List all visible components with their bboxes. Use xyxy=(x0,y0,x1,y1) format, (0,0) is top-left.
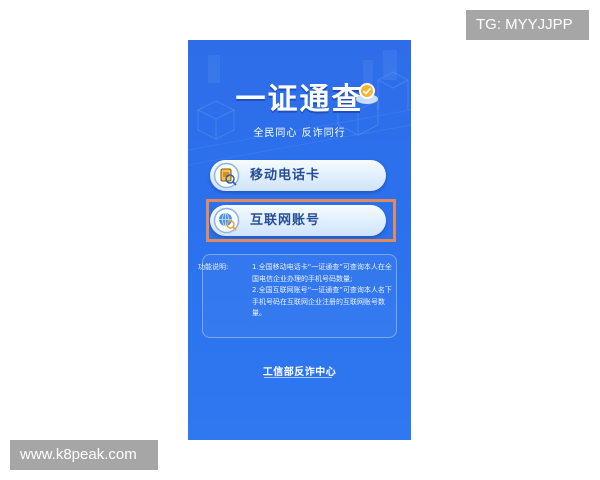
mobile-phone-card-button[interactable]: 移动电话卡 xyxy=(210,160,386,191)
function-description-text: 1.全国移动电话卡“一证通查”可查询本人在全国电信企业办理的手机号码数量; 2.… xyxy=(252,263,392,317)
slogan: 全民同心 反诈同行 xyxy=(253,128,346,139)
function-description-label: 功能说明: xyxy=(198,263,229,271)
app-screen: 一证通查 全民同心 反诈同行 移动电话卡 互联网账号 功能说明: 1.全国移动电… xyxy=(188,40,411,440)
watermark-tg: TG: MYYJJPP xyxy=(466,10,589,40)
watermark-website: www.k8peak.com xyxy=(10,440,158,470)
mobile-phone-card-label: 移动电话卡 xyxy=(250,168,321,183)
check-badge-icon xyxy=(356,83,378,104)
sim-card-search-icon xyxy=(213,162,240,189)
footer-underline xyxy=(264,377,332,378)
footer-organization: 工信部反诈中心 xyxy=(262,367,337,378)
highlight-frame xyxy=(206,199,396,242)
